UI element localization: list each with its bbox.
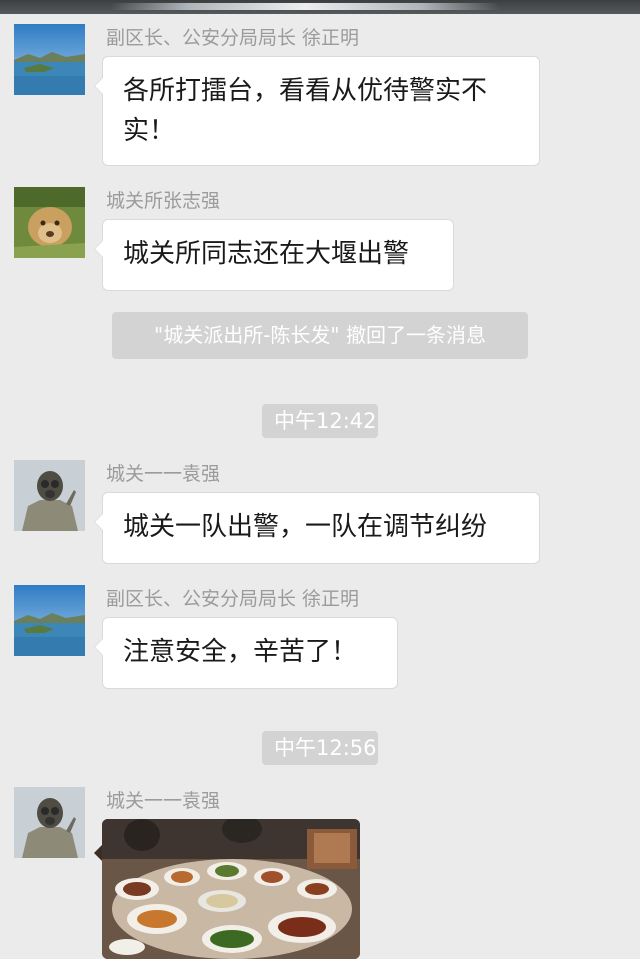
lion-avatar[interactable]	[14, 187, 85, 258]
message-text: 注意安全，辛苦了！	[123, 637, 358, 667]
timestamp: 中午12:56	[262, 731, 378, 765]
meal-photo[interactable]	[102, 819, 360, 959]
message-text: 城关所同志还在大堰出警	[123, 239, 410, 269]
meal-photo-image	[102, 819, 360, 959]
lion-avatar-image	[14, 187, 85, 258]
sender-name: 城关所张志强	[106, 190, 221, 212]
lake-avatar[interactable]	[14, 585, 85, 656]
message-bubble[interactable]: 各所打擂台，看看从优待警实不实！	[94, 56, 540, 166]
lake-avatar-image	[14, 24, 85, 95]
status-bar-highlight	[110, 3, 500, 10]
sender-name: 城关一一袁强	[106, 463, 221, 485]
message-text: 城关一队出警，一队在调节纠纷	[123, 512, 488, 542]
sender-name: 副区长、公安分局局长 徐正明	[106, 27, 360, 49]
message-bubble[interactable]: 注意安全，辛苦了！	[94, 617, 398, 689]
sender-name: 城关一一袁强	[106, 790, 221, 812]
message-text: 各所打擂台，看看从优待警实不实！	[123, 76, 488, 146]
recall-notice: "城关派出所-陈长发" 撤回了一条消息	[112, 312, 528, 359]
gasmask-avatar-image	[14, 460, 85, 531]
photo-bubble-tail	[94, 845, 102, 861]
sender-name: 副区长、公安分局局长 徐正明	[106, 588, 360, 610]
gasmask-avatar-image	[14, 787, 85, 858]
gasmask-avatar[interactable]	[14, 460, 85, 531]
message-bubble[interactable]: 城关一队出警，一队在调节纠纷	[94, 492, 540, 564]
message-bubble[interactable]: 城关所同志还在大堰出警	[94, 219, 454, 291]
gasmask-avatar[interactable]	[14, 787, 85, 858]
status-bar	[0, 0, 640, 14]
timestamp: 中午12:42	[262, 404, 378, 438]
lake-avatar-image	[14, 585, 85, 656]
lake-avatar[interactable]	[14, 24, 85, 95]
